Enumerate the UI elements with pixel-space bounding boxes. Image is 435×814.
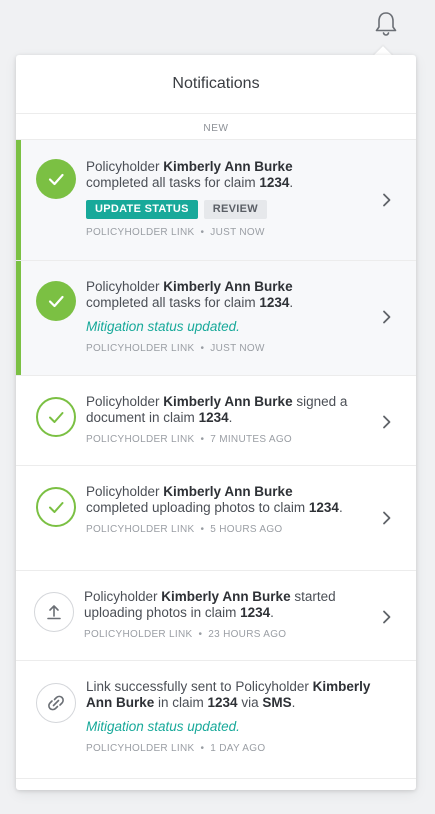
check-circle-outline-icon [36, 487, 76, 527]
claim-number: 1234 [198, 410, 229, 425]
notification-source: POLICYHOLDER LINK [86, 434, 195, 445]
policyholder-name: Kimberly Ann Burke [163, 394, 293, 409]
chevron-right-icon[interactable] [382, 415, 392, 429]
notification-item[interactable]: Policyholder Kimberly Ann Burke complete… [16, 261, 416, 376]
policyholder-name: Kimberly Ann Burke [163, 279, 293, 294]
check-circle-filled-icon [36, 281, 76, 321]
notification-time: 1 DAY AGO [210, 743, 266, 754]
claim-number: 1234 [259, 175, 290, 190]
notification-meta: POLICYHOLDER LINK • 7 MINUTES AGO [86, 434, 292, 445]
chevron-right-icon[interactable] [382, 610, 392, 624]
notification-time: 23 HOURS AGO [208, 629, 287, 640]
notification-time: JUST NOW [210, 343, 265, 354]
notification-source: POLICYHOLDER LINK [86, 227, 195, 238]
check-circle-outline-icon [36, 397, 76, 437]
notification-item[interactable]: Policyholder Kimberly Ann Burke started … [16, 571, 416, 661]
policyholder-name: Kimberly Ann Burke [161, 589, 291, 604]
chevron-right-icon[interactable] [382, 511, 392, 525]
notification-message: Policyholder Kimberly Ann Burke signed a… [86, 394, 348, 425]
notification-message: Policyholder Kimberly Ann Burke complete… [86, 484, 343, 515]
chevron-right-icon[interactable] [382, 310, 392, 324]
policyholder-name: Kimberly Ann Burke [163, 484, 293, 499]
review-button[interactable]: REVIEW [203, 200, 267, 219]
claim-number: 1234 [308, 500, 339, 515]
notification-meta: POLICYHOLDER LINK • 23 HOURS AGO [84, 629, 287, 640]
upload-icon [34, 592, 74, 632]
bell-icon[interactable] [372, 10, 400, 38]
notification-message: Policyholder Kimberly Ann Burke complete… [86, 279, 294, 310]
claim-number: 1234 [259, 295, 290, 310]
notification-message: Policyholder Kimberly Ann Burke complete… [86, 159, 294, 190]
notifications-panel: Notifications NEW Policyholder Kimberly … [16, 55, 416, 790]
update-status-button[interactable]: UPDATE STATUS [86, 200, 198, 219]
notification-actions: UPDATE STATUS REVIEW [86, 200, 372, 219]
claim-number: 1234 [240, 605, 271, 620]
status-note: Mitigation status updated. [86, 319, 240, 334]
notification-message: Policyholder Kimberly Ann Burke started … [84, 589, 336, 620]
policyholder-name: Kimberly Ann Burke [163, 159, 293, 174]
notification-source: POLICYHOLDER LINK [86, 343, 195, 354]
chevron-right-icon[interactable] [382, 193, 392, 207]
notification-time: JUST NOW [210, 227, 265, 238]
notification-meta: POLICYHOLDER LINK • 5 HOURS AGO [86, 524, 283, 535]
notification-source: POLICYHOLDER LINK [86, 524, 195, 535]
notification-message: Link successfully sent to Policyholder K… [86, 679, 371, 710]
notification-meta: POLICYHOLDER LINK • JUST NOW [86, 227, 265, 238]
notification-meta: POLICYHOLDER LINK • JUST NOW [86, 343, 265, 354]
notification-source: POLICYHOLDER LINK [86, 743, 195, 754]
notification-item[interactable]: Policyholder Kimberly Ann Burke complete… [16, 466, 416, 571]
notification-item[interactable]: Link successfully sent to Policyholder K… [16, 661, 416, 779]
notification-time: 5 HOURS AGO [210, 524, 283, 535]
channel-name: SMS [262, 695, 292, 710]
panel-title: Notifications [16, 55, 416, 114]
status-note: Mitigation status updated. [86, 719, 240, 734]
claim-number: 1234 [207, 695, 238, 710]
notification-item[interactable]: Policyholder Kimberly Ann Burke signed a… [16, 376, 416, 466]
notification-source: POLICYHOLDER LINK [84, 629, 193, 640]
notification-time: 7 MINUTES AGO [210, 434, 292, 445]
link-icon [36, 683, 76, 723]
check-circle-filled-icon [36, 159, 76, 199]
notification-item[interactable]: Policyholder Kimberly Ann Burke complete… [16, 140, 416, 261]
section-label-new: NEW [16, 114, 416, 140]
notification-meta: POLICYHOLDER LINK • 1 DAY AGO [86, 743, 266, 754]
